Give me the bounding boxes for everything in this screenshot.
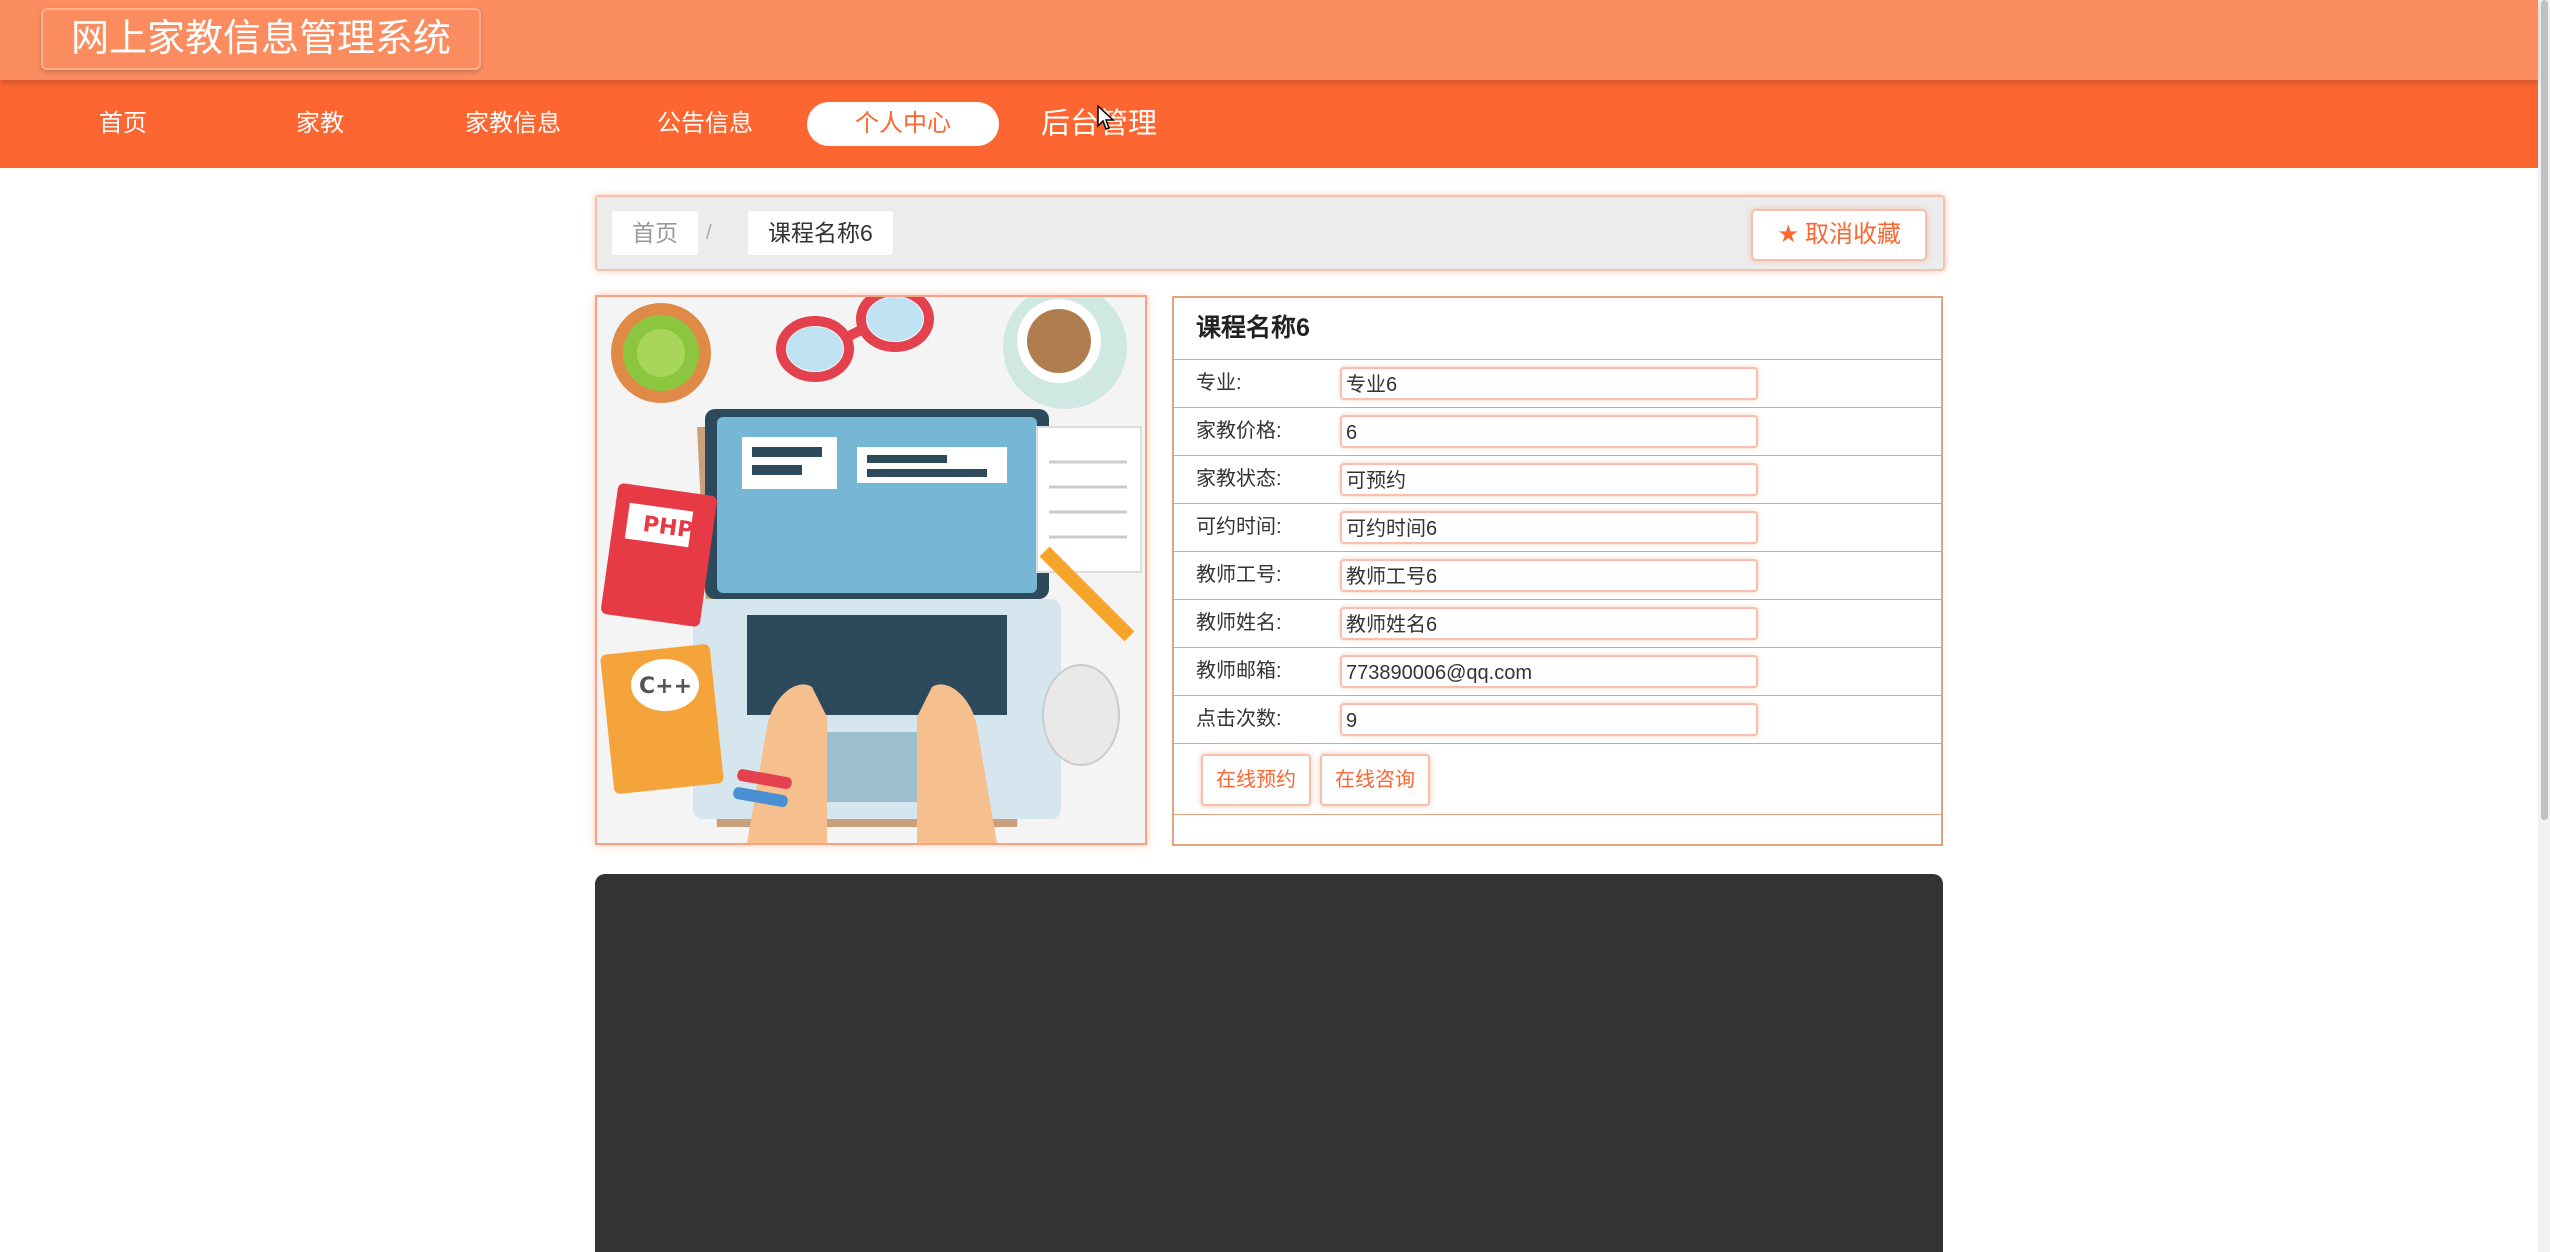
nav-item-tutor[interactable]: 家教: [224, 102, 416, 146]
cancel-favorite-button[interactable]: ★ 取消收藏: [1751, 209, 1927, 261]
book-online-button[interactable]: 在线预约: [1201, 754, 1311, 806]
detail-row-teacher-email: 教师邮箱: 773890006@qq.com: [1174, 648, 1941, 696]
star-icon: ★: [1777, 221, 1799, 248]
detail-row-price: 家教价格: 6: [1174, 408, 1941, 456]
nav-item-home[interactable]: 首页: [27, 102, 219, 146]
detail-row-click-count: 点击次数: 9: [1174, 696, 1941, 744]
consult-online-button[interactable]: 在线咨询: [1320, 754, 1430, 806]
top-header: 网上家教信息管理系统: [0, 0, 2538, 80]
laptop-desk-illustration: PHP C++: [597, 297, 1145, 843]
detail-row-teacher-id: 教师工号: 教师工号6: [1174, 552, 1941, 600]
detail-row-status: 家教状态: 可预约: [1174, 456, 1941, 504]
detail-row-available-time: 可约时间: 可约时间6: [1174, 504, 1941, 552]
status-field: 可预约: [1340, 463, 1758, 496]
breadcrumb-home-link[interactable]: 首页: [612, 211, 698, 255]
field-label: 可约时间:: [1196, 516, 1282, 538]
course-title: 课程名称6: [1174, 298, 1941, 360]
field-label: 教师工号:: [1196, 564, 1282, 586]
nav-item-tutor-info[interactable]: 家教信息: [417, 102, 609, 146]
available-time-field: 可约时间6: [1340, 511, 1758, 544]
field-label: 点击次数:: [1196, 708, 1282, 730]
cancel-favorite-label: 取消收藏: [1805, 221, 1901, 248]
nav-item-personal-center[interactable]: 个人中心: [807, 102, 999, 146]
cpp-book-label: C++: [639, 674, 692, 699]
main-nav: 首页 家教 家教信息 公告信息 个人中心 后台管理: [0, 80, 2538, 168]
video-player[interactable]: [595, 874, 1943, 1252]
mouse-cursor-icon: [1097, 105, 1115, 130]
teacher-id-field: 教师工号6: [1340, 559, 1758, 592]
teacher-email-field: 773890006@qq.com: [1340, 655, 1758, 688]
field-label: 专业:: [1196, 372, 1242, 394]
field-label: 家教状态:: [1196, 468, 1282, 490]
click-count-field: 9: [1340, 703, 1758, 736]
field-label: 家教价格:: [1196, 420, 1282, 442]
detail-row-major: 专业: 专业6: [1174, 360, 1941, 408]
major-field: 专业6: [1340, 367, 1758, 400]
site-title[interactable]: 网上家教信息管理系统: [41, 8, 482, 70]
nav-item-notices[interactable]: 公告信息: [609, 102, 801, 146]
price-field: 6: [1340, 415, 1758, 448]
course-detail-table: 课程名称6 专业: 专业6 家教价格: 6 家教状态: 可预约 可约时间: 可约…: [1172, 296, 1943, 846]
detail-row-teacher-name: 教师姓名: 教师姓名6: [1174, 600, 1941, 648]
breadcrumb-current: 课程名称6: [748, 211, 893, 255]
course-image: PHP C++: [595, 295, 1147, 845]
scrollbar-thumb[interactable]: [2541, 0, 2548, 820]
action-row: 在线预约 在线咨询: [1174, 744, 1941, 815]
field-label: 教师姓名:: [1196, 612, 1282, 634]
field-label: 教师邮箱:: [1196, 660, 1282, 682]
breadcrumb: 首页 / 课程名称6 ★ 取消收藏: [595, 195, 1945, 271]
breadcrumb-separator: /: [706, 222, 712, 244]
teacher-name-field: 教师姓名6: [1340, 607, 1758, 640]
